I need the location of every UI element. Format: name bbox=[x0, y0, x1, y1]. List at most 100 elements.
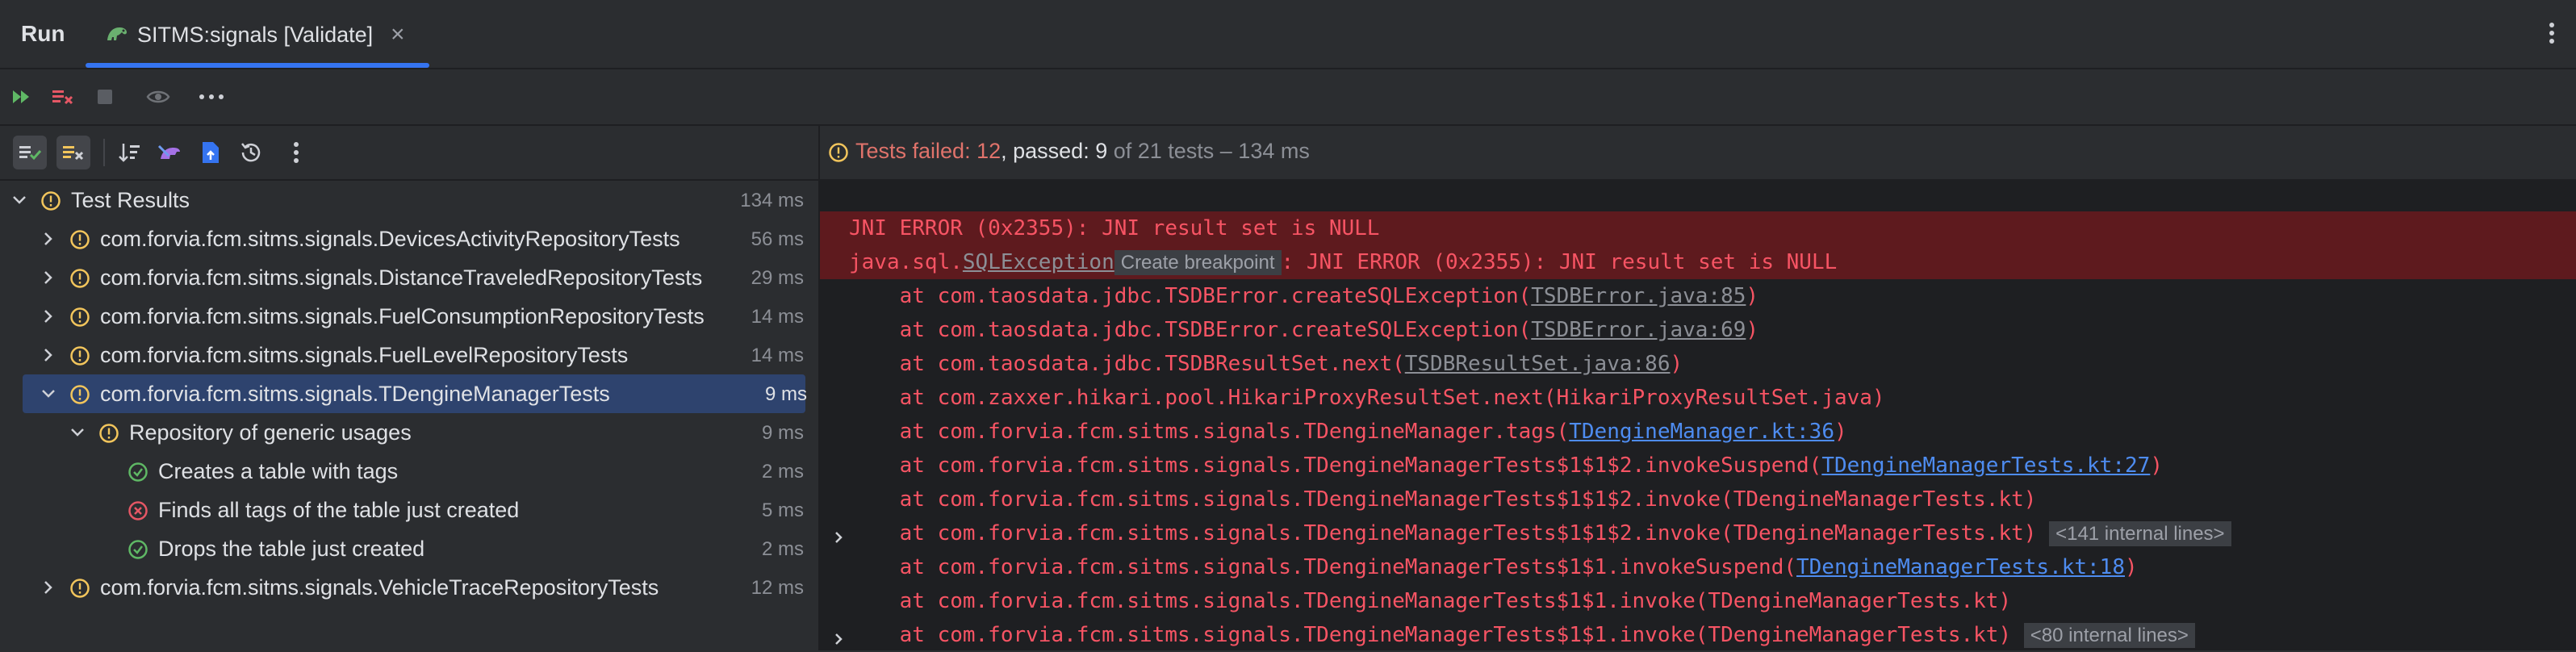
stack-frame-line: at com.forvia.fcm.sitms.signals.TDengine… bbox=[820, 415, 2576, 449]
toolbar-separator bbox=[103, 139, 105, 166]
stack-frame-text: at com.forvia.fcm.sitms.signals.TDengine… bbox=[849, 521, 2037, 545]
tests-failed-count: Tests failed: 12 bbox=[855, 139, 1002, 163]
stop-icon[interactable] bbox=[90, 82, 119, 111]
stack-frame-suffix: ) bbox=[1834, 420, 1847, 444]
history-icon[interactable] bbox=[234, 136, 268, 169]
more-vertical-icon[interactable] bbox=[2544, 19, 2560, 48]
stack-frame-text: at com.forvia.fcm.sitms.signals.TDengine… bbox=[849, 623, 2012, 647]
duration: 56 ms bbox=[751, 228, 804, 250]
stack-frame-text: at com.forvia.fcm.sitms.signals.TDengine… bbox=[849, 555, 1796, 579]
warning-icon bbox=[70, 346, 90, 366]
stack-frame-text: at com.forvia.fcm.sitms.signals.TDengine… bbox=[849, 420, 1570, 444]
tree-row-test-class[interactable]: com.forvia.fcm.sitms.signals.VehicleTrac… bbox=[0, 568, 818, 607]
chevron-right-icon[interactable] bbox=[39, 307, 58, 326]
source-file-link[interactable]: TDengineManager.kt:36 bbox=[1569, 420, 1834, 444]
tree-label: com.forvia.fcm.sitms.signals.TDengineMan… bbox=[100, 382, 610, 406]
tree-row-test-case[interactable]: Finds all tags of the table just created… bbox=[0, 491, 818, 529]
error-message: JNI ERROR (0x2355): JNI result set is NU… bbox=[849, 216, 1380, 240]
exception-message: : JNI ERROR (0x2355): JNI result set is … bbox=[1281, 250, 1838, 274]
stack-frame-text: at com.forvia.fcm.sitms.signals.TDengine… bbox=[849, 589, 2012, 613]
tree-label: Repository of generic usages bbox=[129, 420, 412, 445]
show-passed-icon[interactable] bbox=[13, 136, 47, 169]
stack-frame-text: at com.taosdata.jdbc.TSDBResultSet.next( bbox=[849, 352, 1405, 376]
stack-frame-suffix: ) bbox=[2125, 555, 2138, 579]
stack-frame-suffix: ) bbox=[1670, 352, 1683, 376]
show-icon[interactable] bbox=[144, 82, 173, 111]
show-ignored-icon[interactable] bbox=[56, 136, 90, 169]
warning-icon bbox=[829, 143, 848, 162]
tree-row-test-group[interactable]: Repository of generic usages 9 ms bbox=[0, 413, 818, 452]
source-file-link[interactable]: TSDBError.java:85 bbox=[1531, 284, 1746, 308]
tree-row-test-case[interactable]: Drops the table just created 2 ms bbox=[0, 529, 818, 568]
warning-icon bbox=[70, 385, 90, 404]
more-vertical-icon[interactable] bbox=[279, 136, 313, 169]
exception-class-link[interactable]: SQLException bbox=[963, 250, 1114, 274]
stack-frame-line: at com.forvia.fcm.sitms.signals.TDengine… bbox=[820, 618, 2576, 652]
source-file-link[interactable]: TSDBError.java:69 bbox=[1531, 318, 1746, 342]
duration: 2 ms bbox=[761, 461, 804, 483]
source-file-link[interactable]: TDengineManagerTests.kt:18 bbox=[1796, 555, 2125, 579]
warning-icon bbox=[41, 191, 61, 211]
tree-row-test-class[interactable]: com.forvia.fcm.sitms.signals.DevicesActi… bbox=[0, 219, 818, 258]
chevron-right-icon[interactable] bbox=[831, 628, 846, 652]
test-output-panel: Tests failed: 12, passed: 9 of 21 tests … bbox=[820, 126, 2576, 650]
duration: 14 ms bbox=[751, 306, 804, 328]
tree-label: Test Results bbox=[71, 188, 190, 212]
failed-x-icon bbox=[128, 501, 148, 520]
duration: 5 ms bbox=[761, 499, 804, 521]
stack-frame-line: at com.forvia.fcm.sitms.signals.TDengine… bbox=[820, 550, 2576, 584]
source-file-link[interactable]: TSDBResultSet.java:86 bbox=[1405, 352, 1671, 376]
duration: 2 ms bbox=[761, 538, 804, 560]
exception-package: java.sql. bbox=[849, 250, 963, 274]
internal-lines-fold[interactable]: <80 internal lines> bbox=[2023, 623, 2195, 648]
export-icon[interactable] bbox=[194, 136, 228, 169]
chevron-right-icon[interactable] bbox=[39, 578, 58, 597]
tree-label: com.forvia.fcm.sitms.signals.FuelLevelRe… bbox=[100, 343, 629, 367]
tree-row-test-case[interactable]: Creates a table with tags 2 ms bbox=[0, 452, 818, 491]
gradle-icon bbox=[107, 27, 127, 40]
stack-frame-line: at com.zaxxer.hikari.pool.HikariProxyRes… bbox=[820, 381, 2576, 415]
stack-frame-suffix: ) bbox=[1746, 284, 1759, 308]
chevron-down-icon[interactable] bbox=[39, 384, 58, 403]
run-toolbar bbox=[0, 69, 2576, 126]
duration: 29 ms bbox=[751, 267, 804, 289]
sort-icon[interactable] bbox=[113, 136, 147, 169]
duration: 9 ms bbox=[761, 422, 804, 444]
create-breakpoint-hint[interactable]: Create breakpoint bbox=[1114, 250, 1282, 275]
tab-run-configuration[interactable]: SITMS:signals [Validate] × bbox=[86, 0, 429, 68]
stack-frame-text: at com.forvia.fcm.sitms.signals.TDengine… bbox=[849, 453, 1822, 478]
tab-label: SITMS:signals [Validate] bbox=[137, 23, 374, 47]
stack-frame-suffix: ) bbox=[1746, 318, 1759, 342]
stack-frame-text: at com.forvia.fcm.sitms.signals.TDengine… bbox=[849, 487, 2037, 512]
stack-frame-text: at com.zaxxer.hikari.pool.HikariProxyRes… bbox=[849, 386, 1885, 410]
tests-passed-count: passed: 9 bbox=[1013, 139, 1108, 163]
tree-row-test-class[interactable]: com.forvia.fcm.sitms.signals.DistanceTra… bbox=[0, 258, 818, 297]
close-icon[interactable]: × bbox=[391, 21, 405, 48]
tree-label: Drops the table just created bbox=[158, 537, 425, 561]
source-file-link[interactable]: TDengineManagerTests.kt:27 bbox=[1821, 453, 2150, 478]
stack-frame-line: at com.forvia.fcm.sitms.signals.TDengine… bbox=[820, 516, 2576, 550]
internal-lines-fold[interactable]: <141 internal lines> bbox=[2049, 521, 2231, 546]
tree-label: Finds all tags of the table just created bbox=[158, 498, 520, 522]
tree-row-test-class-selected[interactable]: com.forvia.fcm.sitms.signals.TDengineMan… bbox=[23, 374, 807, 413]
chevron-right-icon[interactable] bbox=[39, 229, 58, 249]
chevron-right-icon[interactable] bbox=[831, 526, 846, 550]
rerun-icon[interactable] bbox=[8, 82, 37, 111]
rerun-failed-icon[interactable] bbox=[48, 82, 77, 111]
chevron-right-icon[interactable] bbox=[39, 345, 58, 365]
passed-check-icon bbox=[128, 462, 148, 482]
chevron-down-icon[interactable] bbox=[10, 190, 29, 210]
duration: 134 ms bbox=[740, 190, 804, 211]
tests-total: of 21 tests – 134 ms bbox=[1107, 139, 1310, 163]
active-tab-indicator bbox=[86, 63, 429, 68]
tree-row-test-class[interactable]: com.forvia.fcm.sitms.signals.FuelConsump… bbox=[0, 297, 818, 336]
tree-row-test-class[interactable]: com.forvia.fcm.sitms.signals.FuelLevelRe… bbox=[0, 336, 818, 374]
chevron-right-icon[interactable] bbox=[39, 268, 58, 287]
tree-row-test-results[interactable]: Test Results 134 ms bbox=[0, 181, 818, 219]
import-tests-icon[interactable] bbox=[153, 136, 187, 169]
chevron-down-icon[interactable] bbox=[68, 423, 87, 442]
stack-frame-line: at com.taosdata.jdbc.TSDBResultSet.next(… bbox=[820, 347, 2576, 381]
stack-frame-suffix: ) bbox=[2150, 453, 2163, 478]
error-line: JNI ERROR (0x2355): JNI result set is NU… bbox=[820, 211, 2576, 245]
more-vertical-icon[interactable] bbox=[197, 82, 226, 111]
